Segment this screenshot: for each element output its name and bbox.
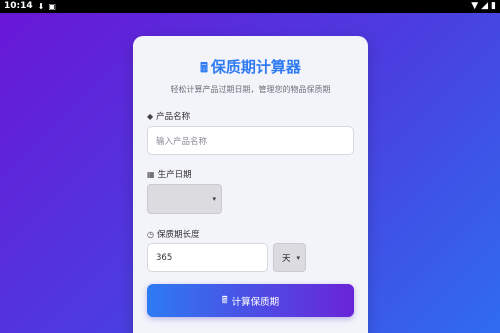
calculator-icon: 🖩 <box>221 294 228 306</box>
product-name-input[interactable]: 输入产品名称 <box>147 126 354 155</box>
shelf-life-label-text: 保质期长度 <box>156 230 200 240</box>
clock-icon: ◷ <box>147 229 154 239</box>
production-date-select[interactable]: ▾ <box>147 184 222 214</box>
product-name-label-text: 产品名称 <box>156 112 191 122</box>
download-icon: ⬇ <box>37 2 45 11</box>
signal-icon: ◢ <box>481 1 489 11</box>
production-date-label-text: 生产日期 <box>157 170 192 180</box>
status-bar: 10:14 ⬇ ▣ ▼ ◢ ▮ <box>0 0 500 13</box>
calculate-button[interactable]: 🖩 计算保质期 <box>147 284 354 317</box>
status-time: 10:14 <box>4 1 33 11</box>
calculate-button-label: 计算保质期 <box>231 296 280 308</box>
calculator-card: 🖩 保质期计算器 轻松计算产品过期日期，管理您的物品保质期 ◆ 产品名称 输入产品… <box>133 36 368 333</box>
production-date-label: ▦ 生产日期 <box>147 168 192 181</box>
notification-icon: ▣ <box>48 2 56 11</box>
shelf-life-input[interactable]: 365 <box>147 243 268 272</box>
calculator-icon: 🖩 <box>200 61 208 76</box>
chevron-down-icon: ▾ <box>212 195 216 203</box>
status-right: ▼ ◢ ▮ <box>471 0 496 13</box>
app-title: 保质期计算器 <box>210 58 301 76</box>
calendar-icon: ▦ <box>147 169 155 179</box>
product-name-placeholder: 输入产品名称 <box>156 136 208 147</box>
tag-icon: ◆ <box>147 111 154 121</box>
shelf-life-label: ◷ 保质期长度 <box>147 228 200 241</box>
shelf-life-unit: 天 <box>282 253 291 264</box>
product-name-label: ◆ 产品名称 <box>147 110 191 123</box>
page-title: 🖩 保质期计算器 <box>133 56 368 81</box>
shelf-life-unit-select[interactable]: 天 ▾ <box>273 243 306 272</box>
battery-icon: ▮ <box>491 1 496 11</box>
chevron-down-icon: ▾ <box>296 253 300 262</box>
shelf-life-value: 365 <box>156 252 173 263</box>
app-subtitle: 轻松计算产品过期日期，管理您的物品保质期 <box>170 85 331 94</box>
wifi-icon: ▼ <box>471 1 479 11</box>
